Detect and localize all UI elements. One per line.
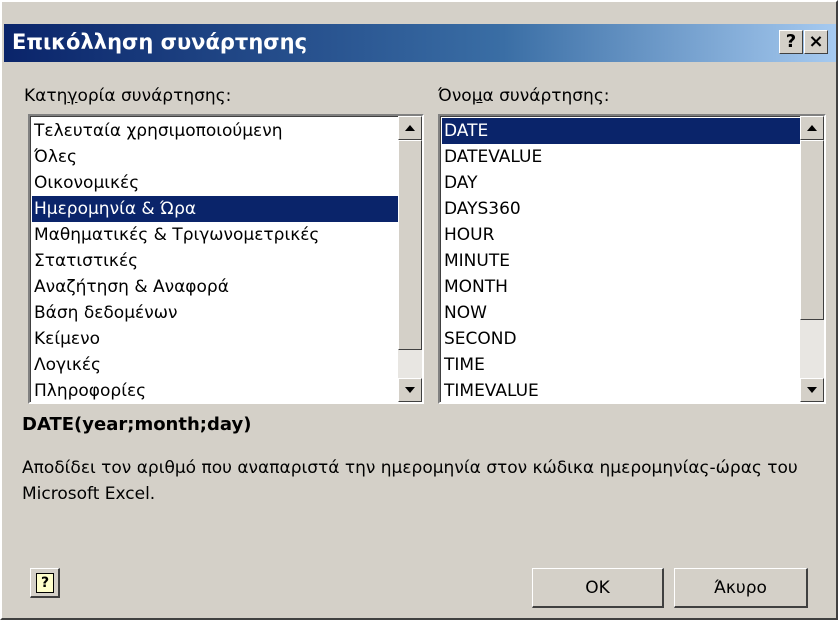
titlebar-help-button[interactable]: ? xyxy=(779,30,803,54)
function-scroll-down-button[interactable] xyxy=(800,378,824,402)
category-list-item[interactable]: Κείμενο xyxy=(32,326,398,352)
function-syntax: DATE(year;month;day) xyxy=(22,414,252,435)
category-list-item[interactable]: Λογικές xyxy=(32,352,398,378)
office-assistant-button[interactable]: ? xyxy=(30,568,60,598)
category-list: Τελευταία χρησιμοποιούμενη Όλες Οικονομικέ… xyxy=(32,118,398,404)
function-description: Αποδίδει τον αριθμό που αναπαριστά την η… xyxy=(22,458,798,504)
category-list-item[interactable]: Τελευταία χρησιμοποιούμενη xyxy=(32,118,398,144)
category-scroll-up-button[interactable] xyxy=(398,116,422,140)
category-list-item[interactable]: Μαθηματικές & Τριγωνομετρικές xyxy=(32,222,398,248)
category-scrollbar[interactable] xyxy=(398,116,422,402)
paste-function-dialog: Επικόλληση συνάρτησης ? × Κατηγορία συνά… xyxy=(0,0,838,620)
function-list-item[interactable]: TIME xyxy=(442,352,800,378)
function-scroll-thumb[interactable] xyxy=(800,140,824,320)
arrow-down-icon xyxy=(405,387,415,393)
function-scrollbar[interactable] xyxy=(800,116,824,402)
arrow-up-icon xyxy=(405,125,415,131)
arrow-up-icon xyxy=(807,125,817,131)
category-list-item[interactable]: Στατιστικές xyxy=(32,248,398,274)
function-list-item[interactable]: DAY xyxy=(442,170,800,196)
function-list-item[interactable]: SECOND xyxy=(442,326,800,352)
category-listbox[interactable]: Τελευταία χρησιμοποιούμενη Όλες Οικονομικέ… xyxy=(28,114,424,404)
category-list-item[interactable]: Όλες xyxy=(32,144,398,170)
function-name-label: Όνομα συνάρτησης: xyxy=(438,86,610,106)
category-list-item[interactable]: Αναζήτηση & Αναφορά xyxy=(32,274,398,300)
function-list-item[interactable]: DAYS360 xyxy=(442,196,800,222)
category-list-item[interactable]: Ημερομηνία & Ώρα xyxy=(32,196,398,222)
category-list-item[interactable]: Οικονομικές xyxy=(32,170,398,196)
cancel-button[interactable]: Άκυρο xyxy=(674,568,808,608)
help-question-icon: ? xyxy=(36,573,54,593)
function-list-item[interactable]: DATE xyxy=(442,118,800,144)
dialog-title: Επικόλληση συνάρτησης xyxy=(12,30,308,54)
category-list-item[interactable]: Πληροφορίες xyxy=(32,378,398,404)
function-scroll-up-button[interactable] xyxy=(800,116,824,140)
function-list-item[interactable]: MINUTE xyxy=(442,248,800,274)
ok-button[interactable]: OK xyxy=(532,568,664,608)
function-list-item[interactable]: TIMEVALUE xyxy=(442,378,800,404)
function-list-item[interactable]: MONTH xyxy=(442,274,800,300)
function-list: DATE DATEVALUE DAY DAYS360 HOUR MINUTE MONTH NO… xyxy=(442,118,800,404)
arrow-down-icon xyxy=(807,387,817,393)
category-label: Κατηγορία συνάρτησης: xyxy=(24,86,232,106)
function-list-item[interactable]: HOUR xyxy=(442,222,800,248)
function-list-item[interactable]: DATEVALUE xyxy=(442,144,800,170)
function-listbox[interactable]: DATE DATEVALUE DAY DAYS360 HOUR MINUTE MONTH NO… xyxy=(438,114,826,404)
category-scroll-thumb[interactable] xyxy=(398,140,422,350)
function-list-item[interactable]: NOW xyxy=(442,300,800,326)
close-button[interactable]: × xyxy=(804,30,828,54)
category-list-item[interactable]: Βάση δεδομένων xyxy=(32,300,398,326)
category-scroll-down-button[interactable] xyxy=(398,378,422,402)
title-bar[interactable]: Επικόλληση συνάρτησης ? × xyxy=(4,24,836,62)
